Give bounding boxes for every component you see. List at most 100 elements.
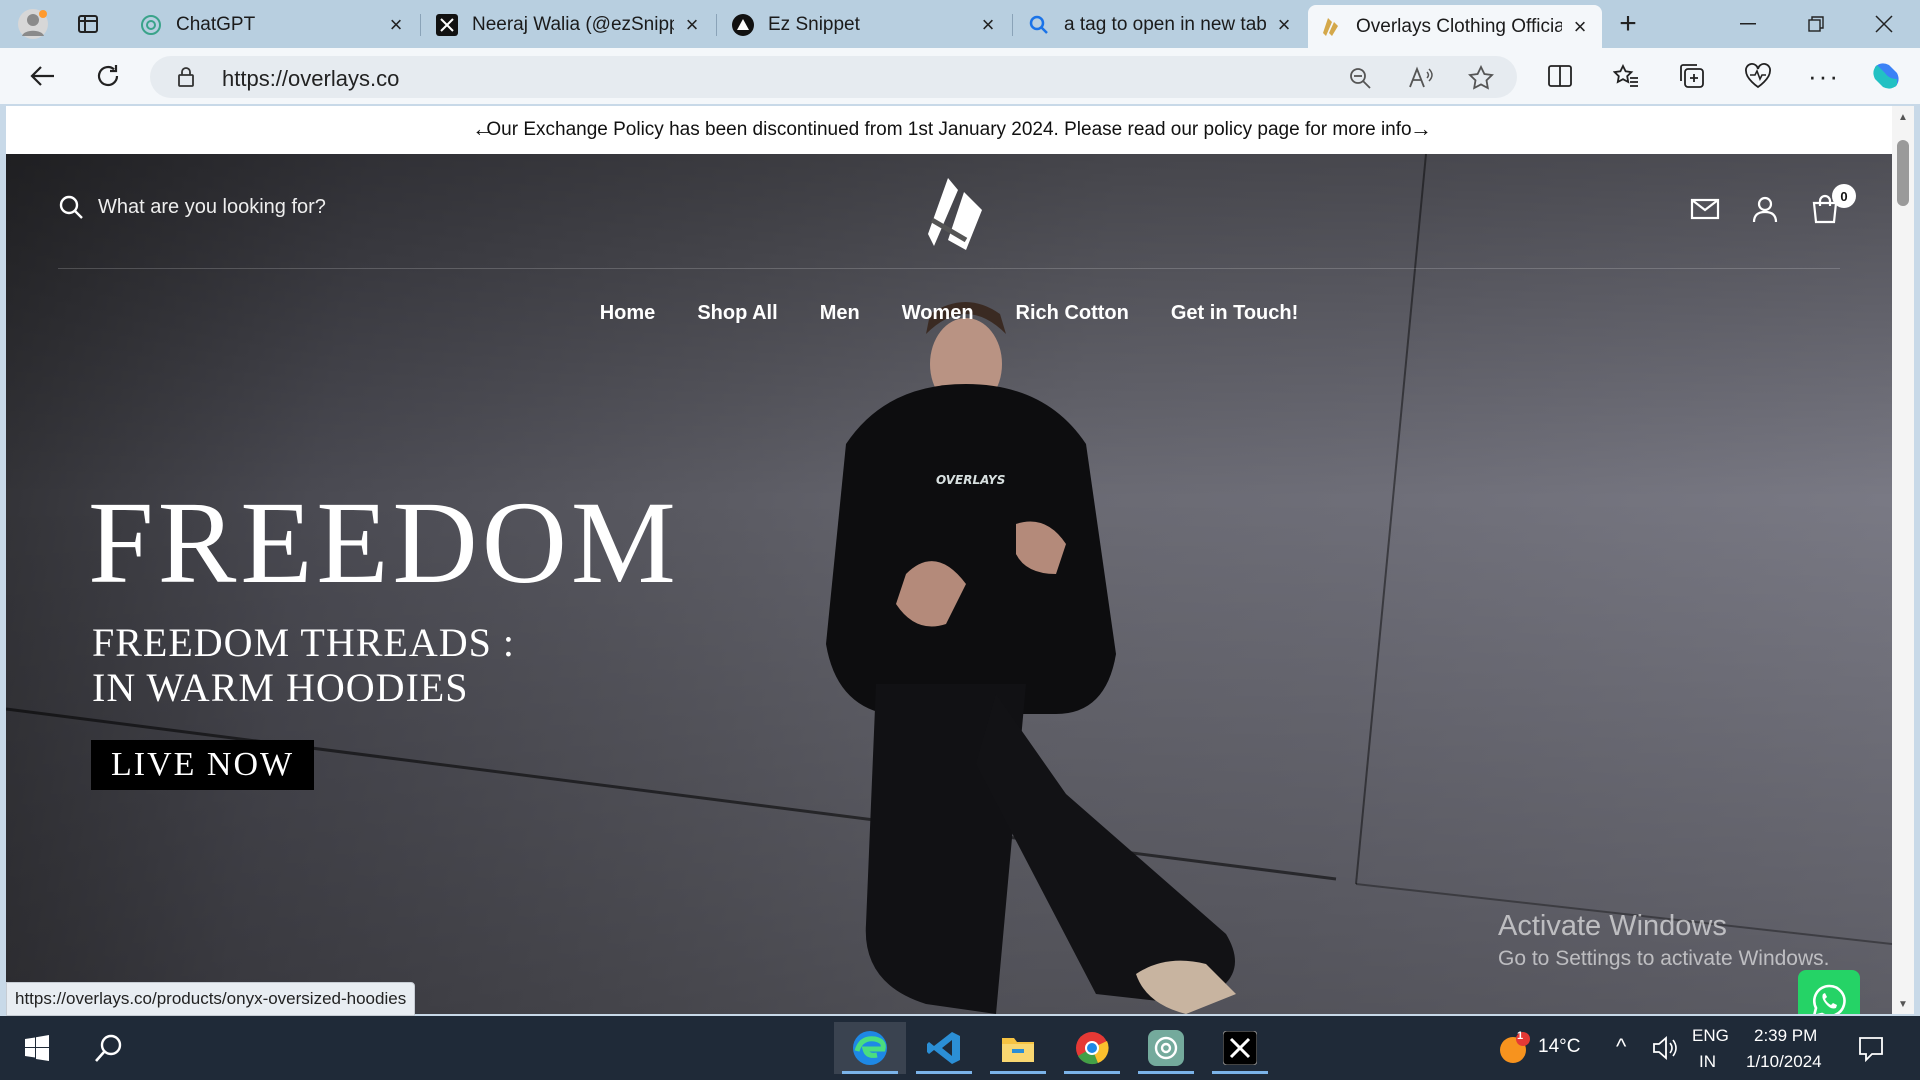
favorite-star-icon[interactable] [1468, 65, 1494, 91]
ezsnippet-icon [732, 14, 754, 36]
start-button[interactable] [4, 1022, 70, 1074]
search-box[interactable]: What are you looking for? [58, 194, 326, 220]
chevron-up-icon[interactable]: ^ [1616, 1034, 1626, 1060]
close-window-button[interactable] [1850, 0, 1918, 48]
zoom-out-icon[interactable] [1348, 66, 1372, 90]
x-icon [436, 14, 458, 36]
tab-strip: ChatGPT × Neeraj Walia (@ezSnippet × Ez … [0, 0, 1920, 48]
notification-icon[interactable] [1858, 1036, 1884, 1062]
taskbar-edge[interactable] [834, 1022, 906, 1074]
restore-button[interactable] [1782, 0, 1850, 48]
menu-item-home[interactable]: Home [600, 302, 656, 325]
menu-item-rich-cotton[interactable]: Rich Cotton [1016, 302, 1129, 325]
minimize-button[interactable] [1714, 0, 1782, 48]
profile-avatar[interactable] [0, 0, 66, 48]
close-icon[interactable]: × [978, 12, 998, 38]
tab-title: ChatGPT [176, 14, 256, 35]
tab-overlays[interactable]: Overlays Clothing Officia × [1308, 5, 1602, 48]
collections-icon[interactable] [1672, 58, 1712, 94]
weather-badge: 1 [1517, 1030, 1524, 1042]
hero-banner[interactable]: OVERLAYS What are you looking for? 0 Hom… [6, 154, 1892, 1014]
whatsapp-icon [1813, 984, 1846, 1014]
menu-item-shop-all[interactable]: Shop All [697, 302, 777, 325]
weather-sun-icon [1500, 1032, 1530, 1063]
weather-temp[interactable]: 14°C [1538, 1036, 1580, 1058]
arrow-right-icon[interactable]: → [1410, 116, 1432, 142]
speaker-icon[interactable] [1652, 1036, 1678, 1060]
web-page: ← Our Exchange Policy has been discontin… [6, 106, 1892, 1014]
language-code[interactable]: ENG [1692, 1026, 1729, 1046]
header-icons: 0 [1690, 184, 1856, 224]
folder-icon [1002, 1038, 1034, 1062]
overlays-icon [1323, 17, 1338, 36]
menu-item-men[interactable]: Men [820, 302, 860, 325]
account-icon[interactable] [1750, 194, 1780, 224]
live-now-button[interactable]: LIVE NOW [91, 740, 315, 790]
browser-window: ChatGPT × Neeraj Walia (@ezSnippet × Ez … [0, 0, 1920, 1080]
tab-neeraj[interactable]: Neeraj Walia (@ezSnippet × [424, 5, 714, 45]
model-image[interactable]: OVERLAYS [786, 254, 1346, 1014]
clock-date[interactable]: 1/10/2024 [1746, 1052, 1822, 1072]
hero-subheadline: FREEDOM THREADS : IN WARM HOODIES [92, 620, 515, 710]
close-icon[interactable]: × [386, 12, 406, 38]
tab-search[interactable]: a tag to open in new tab × [1016, 5, 1306, 45]
windows-icon [25, 1035, 49, 1061]
scrollbar-thumb[interactable] [1897, 140, 1909, 206]
read-aloud-icon[interactable] [1408, 66, 1434, 90]
chatgpt-icon [141, 15, 161, 35]
taskbar: 1 14°C ^ ENG IN 2:39 PM 1/10/2024 [0, 1016, 1920, 1080]
close-icon[interactable]: × [682, 12, 702, 38]
refresh-button[interactable] [88, 58, 128, 94]
hoodie-print: OVERLAYS [936, 473, 1005, 487]
browser-essentials-icon[interactable] [1738, 58, 1778, 94]
tab-chatgpt[interactable]: ChatGPT × [128, 5, 418, 45]
split-screen-icon[interactable] [1540, 58, 1580, 94]
menu-item-get-in-touch[interactable]: Get in Touch! [1171, 302, 1298, 325]
copilot-icon[interactable] [1866, 58, 1906, 94]
lock-icon[interactable] [176, 66, 196, 88]
search-icon[interactable] [58, 194, 84, 220]
tab-title: Overlays Clothing Officia [1356, 15, 1562, 37]
taskbar-chatgpt[interactable] [1130, 1022, 1202, 1074]
tab-title: Ez Snippet [768, 14, 860, 35]
announcement-bar: ← Our Exchange Policy has been discontin… [6, 106, 1892, 154]
back-button[interactable] [22, 58, 62, 94]
taskbar-chrome[interactable] [1056, 1022, 1128, 1074]
tab-ezsnippet[interactable]: Ez Snippet × [720, 5, 1010, 45]
taskbar-file-explorer[interactable] [982, 1022, 1054, 1074]
x-icon [1223, 1031, 1257, 1065]
overlays-logo[interactable] [928, 178, 988, 250]
taskbar-search-button[interactable] [76, 1022, 142, 1074]
close-icon[interactable]: × [1570, 14, 1590, 40]
tab-actions-icon[interactable] [60, 0, 116, 48]
menu-item-women[interactable]: Women [902, 302, 974, 325]
chrome-icon [1076, 1032, 1109, 1065]
new-tab-button[interactable]: + [1604, 0, 1652, 48]
address-bar[interactable]: https://overlays.co [150, 56, 1517, 98]
announcement-text[interactable]: Our Exchange Policy has been discontinue… [486, 119, 1411, 141]
tab-title: a tag to open in new tab [1064, 14, 1266, 35]
search-icon [1029, 15, 1048, 34]
arrow-left-icon[interactable]: ← [472, 116, 494, 142]
more-menu-icon[interactable]: ··· [1804, 58, 1844, 94]
whatsapp-button[interactable] [1798, 970, 1860, 1014]
close-icon[interactable]: × [1274, 12, 1294, 38]
url-text[interactable]: https://overlays.co [222, 66, 399, 92]
hero-headline: FREEDOM [88, 477, 680, 608]
status-bar-url: https://overlays.co/products/onyx-oversi… [6, 982, 416, 1016]
search-icon [95, 1034, 122, 1062]
search-placeholder[interactable]: What are you looking for? [98, 196, 326, 219]
vscode-icon [927, 1032, 960, 1064]
mail-icon[interactable] [1690, 194, 1720, 224]
main-menu: Home Shop All Men Women Rich Cotton Get … [6, 302, 1892, 325]
page-scrollbar[interactable]: ▲ ▼ [1892, 106, 1914, 1014]
language-region[interactable]: IN [1699, 1052, 1716, 1072]
edge-icon [853, 1031, 887, 1065]
site-header: What are you looking for? 0 [58, 154, 1856, 269]
clock-time[interactable]: 2:39 PM [1754, 1026, 1817, 1046]
favorites-icon[interactable] [1606, 58, 1646, 94]
cart-button[interactable]: 0 [1810, 184, 1856, 224]
activate-windows-watermark: Activate Windows Go to Settings to activ… [1498, 910, 1830, 970]
taskbar-vscode[interactable] [908, 1022, 980, 1074]
taskbar-x[interactable] [1204, 1022, 1276, 1074]
